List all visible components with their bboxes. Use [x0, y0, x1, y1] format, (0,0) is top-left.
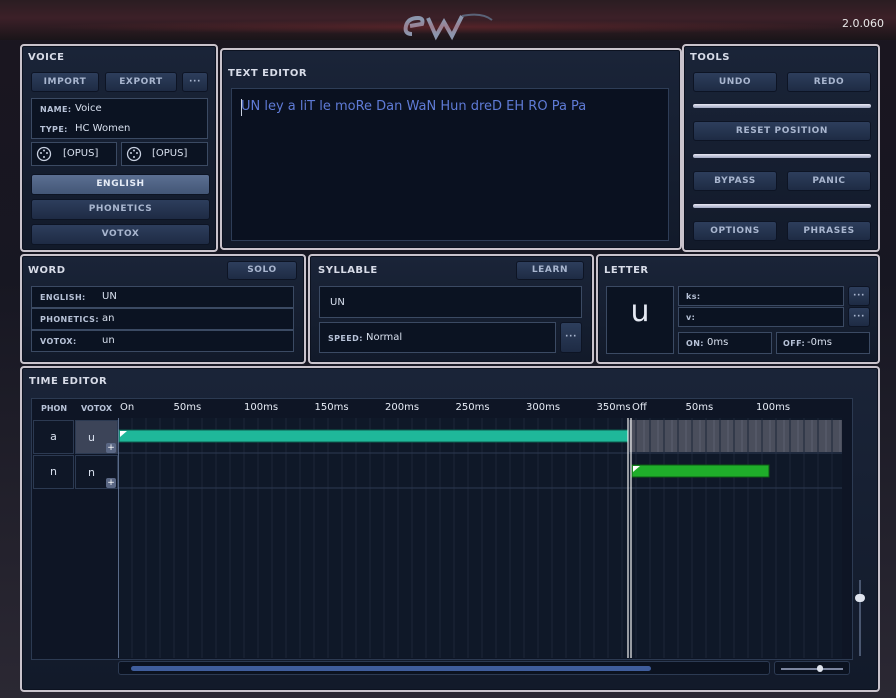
ruler-label: 50ms: [685, 402, 714, 413]
voice-panel: VOICE IMPORT EXPORT ··· NAME: Voice TYPE…: [20, 44, 218, 252]
voice-title: VOICE: [28, 52, 65, 63]
word-panel: WORD SOLO ENGLISH: UN PHONETICS: an VOTO…: [20, 254, 306, 364]
bypass-button[interactable]: BYPASS: [693, 171, 777, 191]
ruler-label: 200ms: [385, 402, 420, 413]
export-button[interactable]: EXPORT: [105, 72, 177, 92]
word-phonetics-value: an: [102, 313, 115, 324]
text-editor-title: TEXT EDITOR: [228, 68, 308, 79]
mode-phonetics-button[interactable]: PHONETICS: [31, 199, 210, 220]
vertical-scrollbar[interactable]: [854, 580, 866, 656]
ks-field[interactable]: [678, 286, 844, 306]
syllable-more-button[interactable]: ···: [560, 322, 582, 353]
votox-value-row-1: u: [88, 431, 95, 444]
horizontal-scrollbar[interactable]: [118, 661, 770, 675]
v-field[interactable]: [678, 307, 844, 327]
letter-value: u: [630, 294, 650, 329]
ruler-label: 150ms: [314, 402, 349, 413]
note-bar-row-1: [118, 429, 629, 443]
ew-logo: [403, 13, 493, 41]
word-english-label: ENGLISH:: [40, 293, 86, 302]
syllable-field[interactable]: [319, 286, 582, 318]
votox-value-row-2: n: [88, 466, 95, 479]
row-1-off-lane: [630, 420, 842, 452]
redo-button[interactable]: REDO: [787, 72, 871, 92]
time-editor-title: TIME EDITOR: [29, 376, 108, 387]
ruler-label: 100ms: [756, 402, 791, 413]
speed-label: SPEED:: [328, 334, 363, 343]
ruler-label: Off: [632, 402, 647, 413]
grid-background: [118, 418, 842, 658]
midi-in-value: [OPUS]: [63, 148, 99, 159]
off-value: -0ms: [807, 337, 832, 348]
word-votox-value: un: [102, 335, 115, 346]
text-editor-input[interactable]: UN ley a liT le moRe Dan WaN Hun dreD EH…: [231, 88, 669, 241]
version-label: 2.0.060: [842, 17, 884, 30]
on-label: ON:: [686, 339, 704, 348]
word-phonetics-label: PHONETICS:: [40, 315, 99, 324]
add-icon[interactable]: +: [106, 443, 116, 453]
panic-button[interactable]: PANIC: [787, 171, 871, 191]
syllable-value: UN: [330, 297, 345, 308]
horizontal-scroll-thumb[interactable]: [131, 666, 651, 671]
speed-value: Normal: [366, 332, 403, 343]
mode-english-button[interactable]: ENGLISH: [31, 174, 210, 195]
ks-more-button[interactable]: ···: [848, 286, 870, 306]
header-bar: 2.0.060: [0, 0, 896, 41]
zoom-slider-thumb[interactable]: [817, 665, 823, 672]
word-title: WORD: [28, 265, 66, 276]
learn-button[interactable]: LEARN: [516, 261, 584, 280]
add-icon[interactable]: +: [106, 478, 116, 488]
tools-separator-2: [693, 154, 871, 158]
phon-header: PHON: [40, 404, 68, 413]
mode-votox-button[interactable]: VOTOX: [31, 224, 210, 245]
note-bar-row-2: [631, 464, 770, 478]
midi-out-value: [OPUS]: [152, 148, 188, 159]
word-votox-label: VOTOX:: [40, 337, 77, 346]
ruler-label: 100ms: [244, 402, 279, 413]
ruler-label: 50ms: [173, 402, 202, 413]
type-label: TYPE:: [40, 125, 68, 134]
midi-out-icon: [126, 146, 142, 162]
ruler-label: 300ms: [526, 402, 561, 413]
letter-panel: LETTER u ks: ··· v: ··· ON: 0ms OFF: -0m…: [596, 254, 880, 364]
import-button[interactable]: IMPORT: [31, 72, 99, 92]
tools-separator-3: [693, 204, 871, 208]
off-label: OFF:: [783, 339, 806, 348]
zoom-slider[interactable]: [774, 661, 850, 675]
phrases-button[interactable]: PHRASES: [787, 221, 871, 241]
tools-title: TOOLS: [690, 52, 730, 63]
time-ruler: On 50ms 100ms 150ms 200ms 250ms 300ms 350ms Off 5…: [118, 400, 842, 418]
ruler-label: 250ms: [455, 402, 490, 413]
ks-label: ks:: [686, 292, 701, 301]
letter-title: LETTER: [604, 265, 649, 276]
name-label: NAME:: [40, 105, 72, 114]
ruler-label: On: [120, 402, 135, 413]
on-value: 0ms: [707, 337, 729, 348]
syllable-title: SYLLABLE: [318, 265, 378, 276]
word-english-value: UN: [102, 291, 117, 302]
phon-value-row-1: a: [50, 430, 57, 443]
votox-header: VOTOX: [81, 404, 112, 413]
solo-button[interactable]: SOLO: [227, 261, 297, 280]
tools-panel: TOOLS UNDO REDO RESET POSITION BYPASS PA…: [682, 44, 880, 252]
name-value: Voice: [75, 103, 102, 114]
ruler-label: 350ms: [596, 402, 631, 413]
undo-button[interactable]: UNDO: [693, 72, 777, 92]
type-value: HC Women: [75, 123, 131, 134]
midi-in-icon: [36, 146, 52, 162]
options-button[interactable]: OPTIONS: [693, 221, 777, 241]
vertical-scroll-thumb[interactable]: [855, 594, 865, 602]
voice-more-button[interactable]: ···: [182, 72, 208, 92]
reset-position-button[interactable]: RESET POSITION: [693, 121, 871, 141]
timeline-grid[interactable]: [118, 418, 842, 658]
syllable-panel: SYLLABLE LEARN UN SPEED: Normal ···: [308, 254, 594, 364]
text-editor-panel: TEXT EDITOR UN ley a liT le moRe Dan WaN…: [220, 48, 682, 250]
v-more-button[interactable]: ···: [848, 307, 870, 327]
phon-value-row-2: n: [50, 465, 57, 478]
lyrics-text: UN ley a liT le moRe Dan WaN Hun dreD EH…: [241, 99, 587, 114]
v-label: v:: [686, 313, 696, 322]
tools-separator-1: [693, 104, 871, 108]
